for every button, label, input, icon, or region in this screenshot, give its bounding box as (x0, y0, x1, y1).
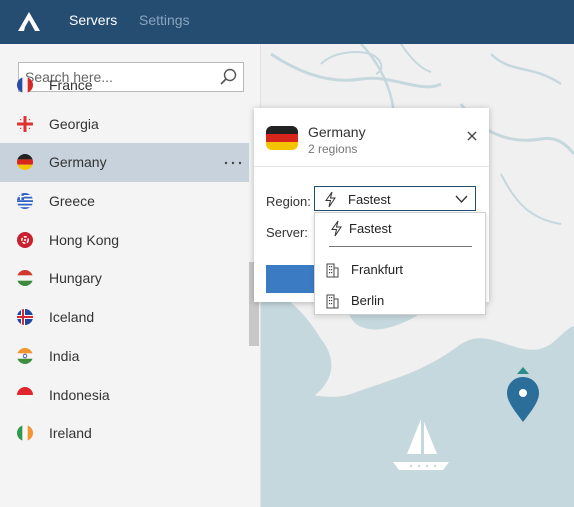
region-label: Region: (266, 194, 311, 209)
building-icon (326, 294, 339, 309)
france-flag-icon (17, 77, 33, 93)
country-item-indonesia[interactable]: Indonesia (0, 376, 249, 415)
popup-divider (254, 166, 489, 167)
hong-kong-flag-icon (17, 231, 33, 248)
germany-flag-icon (266, 126, 298, 150)
dropdown-option-berlin[interactable]: Berlin (351, 293, 384, 308)
dropdown-option-fastest[interactable]: Fastest (349, 221, 392, 236)
country-name: Ireland (49, 425, 92, 442)
greece-flag-icon (17, 193, 33, 210)
close-icon[interactable] (466, 130, 478, 142)
tab-settings[interactable]: Settings (139, 12, 190, 28)
dropdown-option-frankfurt[interactable]: Frankfurt (351, 262, 403, 277)
country-item-hong-kong[interactable]: Hong Kong (0, 221, 249, 260)
country-name: Iceland (49, 309, 95, 326)
country-item-ireland[interactable]: Ireland (0, 414, 249, 453)
popup-regions-count: 2 regions (308, 142, 358, 156)
country-name: Greece (49, 193, 95, 210)
lightning-bolt-icon (325, 191, 336, 208)
more-options-icon[interactable] (224, 161, 242, 165)
indonesia-flag-icon (17, 386, 33, 403)
country-name: France (49, 77, 93, 93)
tab-servers[interactable]: Servers (69, 12, 117, 28)
country-item-georgia[interactable]: Georgia (0, 105, 249, 144)
chevron-down-icon (455, 195, 468, 203)
country-item-france[interactable]: France (0, 66, 249, 105)
lightning-bolt-icon (331, 220, 342, 237)
country-item-iceland[interactable]: Iceland (0, 298, 249, 337)
country-name: Germany (49, 154, 107, 171)
region-select-value: Fastest (348, 192, 391, 207)
country-item-hungary[interactable]: Hungary (0, 259, 249, 298)
country-item-india[interactable]: India (0, 337, 249, 376)
hungary-flag-icon (17, 270, 33, 287)
iceland-flag-icon (17, 309, 33, 326)
nordvpn-mountain-icon[interactable] (14, 6, 44, 36)
server-label: Server: (266, 225, 308, 240)
germany-flag-icon (17, 154, 33, 171)
country-item-germany[interactable]: Germany (0, 143, 249, 183)
top-bar: Servers Settings (0, 0, 574, 44)
building-icon (326, 263, 339, 278)
country-name: Hungary (49, 270, 102, 287)
region-select[interactable]: Fastest (314, 186, 476, 211)
india-flag-icon (17, 347, 33, 364)
dropdown-divider (329, 246, 472, 247)
country-list: France Georgia Germany Greece Hong Kong … (0, 66, 249, 453)
georgia-flag-icon (17, 115, 33, 132)
ireland-flag-icon (17, 425, 33, 442)
popup-country-name: Germany (308, 124, 366, 140)
country-name: India (49, 347, 80, 364)
country-name: Georgia (49, 115, 99, 132)
country-name: Indonesia (49, 386, 110, 403)
region-dropdown: Fastest Frankfurt Berlin (314, 212, 486, 315)
connect-button[interactable] (266, 265, 318, 293)
country-name: Hong Kong (49, 231, 120, 248)
country-item-greece[interactable]: Greece (0, 182, 249, 221)
